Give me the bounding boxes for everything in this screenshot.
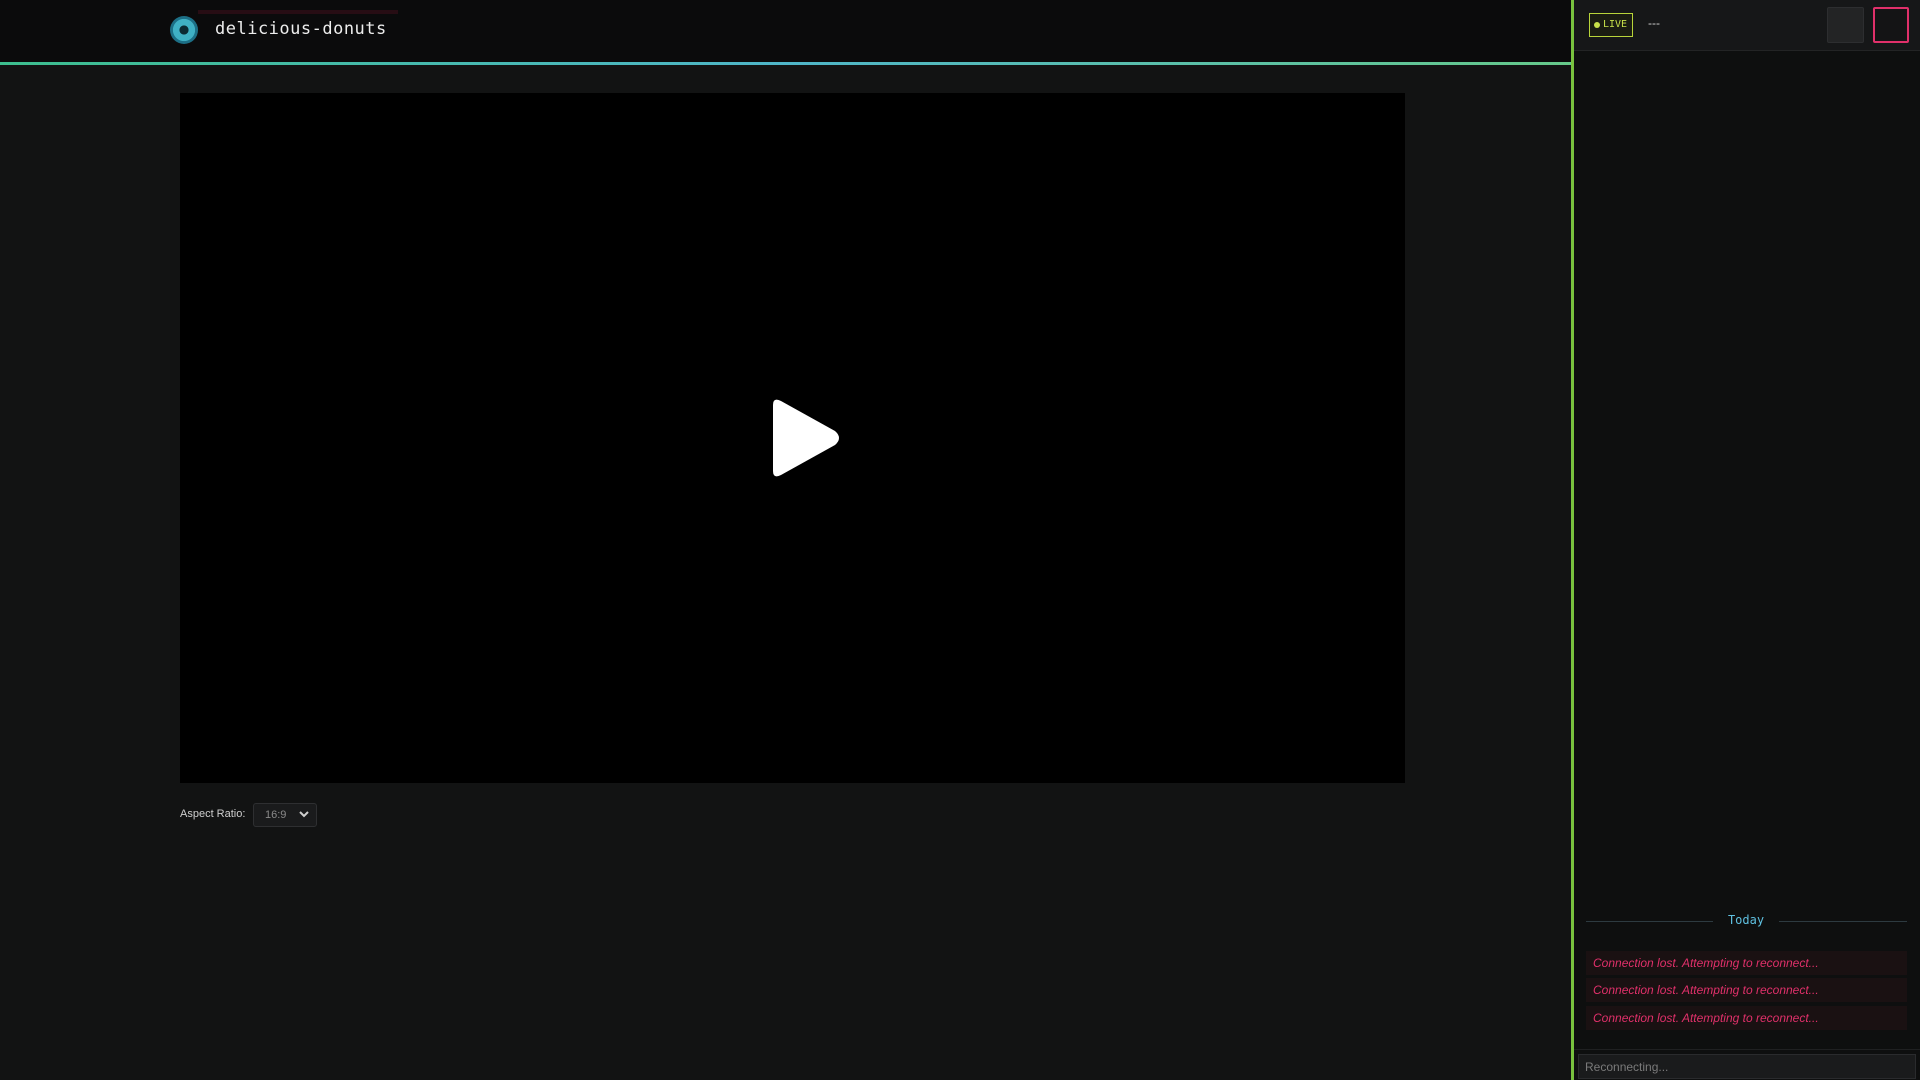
chat-header: LIVE --- [1574,0,1920,51]
aspect-ratio-value: 16:9 [265,809,287,821]
chat-input-bar [1574,1049,1920,1080]
system-message: Connection lost. Attempting to reconnect… [1586,1006,1907,1030]
viewer-count: --- [1648,16,1660,30]
aspect-ratio-label: Aspect Ratio: [180,808,246,820]
chat-settings-button[interactable] [1827,7,1864,43]
donut-logo-icon[interactable] [170,16,198,44]
top-bar-accent-line [0,62,1571,65]
video-player[interactable] [180,93,1405,783]
channel-badge-bg [198,10,398,14]
system-message: Connection lost. Attempting to reconnect… [1586,951,1907,975]
channel-name: delicious-donuts [215,19,387,39]
system-message: Connection lost. Attempting to reconnect… [1586,978,1907,1002]
day-divider-line-right [1779,921,1907,922]
main-area: delicious-donuts Aspect Ratio: 16:9 [0,0,1571,1080]
chat-close-button[interactable] [1873,7,1909,43]
day-label: Today [1727,913,1765,927]
play-icon[interactable] [755,393,845,483]
chat-sidebar: LIVE --- Today Connection lost. Attempti… [1574,0,1920,1080]
live-label: LIVE [1603,19,1628,30]
chevron-down-icon [299,811,309,818]
live-dot-icon [1594,22,1600,28]
chat-input[interactable] [1578,1054,1916,1079]
aspect-ratio-select[interactable]: 16:9 [253,803,317,827]
day-divider: Today [1586,912,1907,930]
live-badge: LIVE [1589,13,1633,37]
day-divider-line-left [1586,921,1713,922]
top-bar: delicious-donuts [0,0,1571,65]
